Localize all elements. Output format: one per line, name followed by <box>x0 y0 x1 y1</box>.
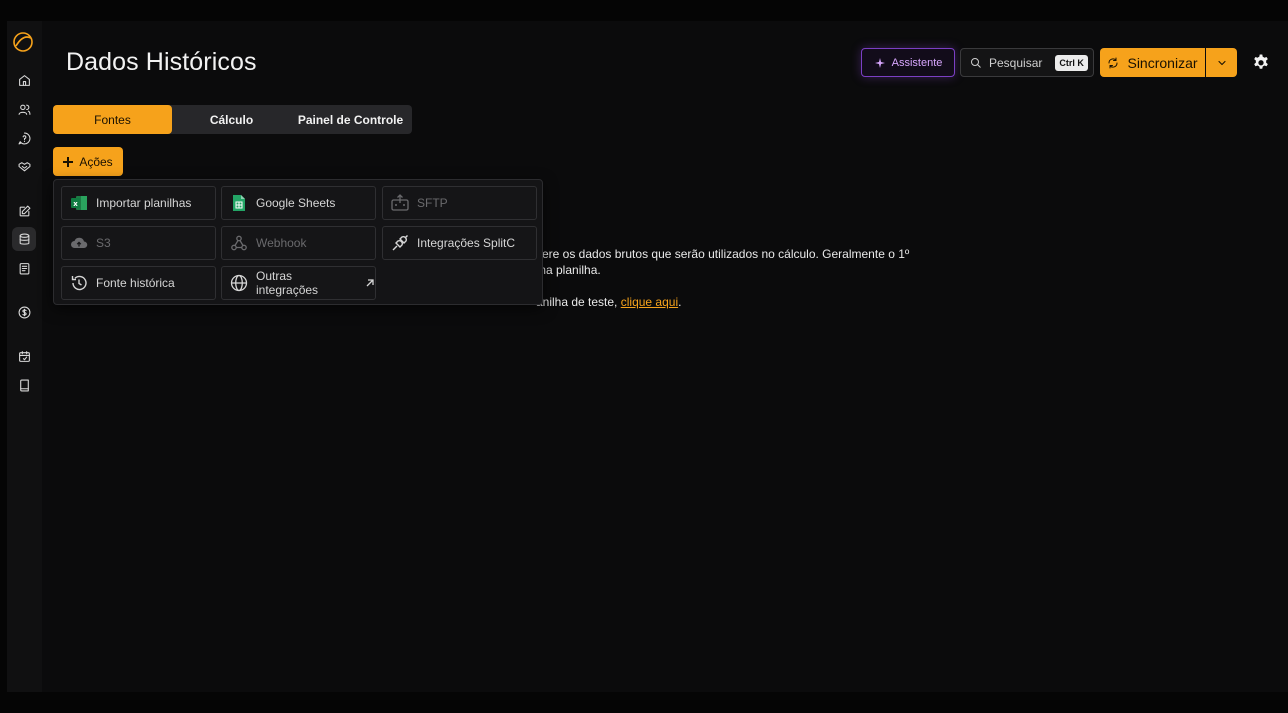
sidebar-item-edit[interactable] <box>12 199 36 223</box>
page-title: Dados Históricos <box>66 48 257 76</box>
menu-item-label: Google Sheets <box>256 196 336 210</box>
sidebar <box>7 21 42 692</box>
webhook-icon <box>231 235 247 251</box>
menu-item-label: Outras integrações <box>256 269 319 297</box>
search-icon <box>971 57 981 68</box>
handshake-icon <box>18 161 30 171</box>
edit-icon <box>19 205 30 216</box>
search-button[interactable]: Pesquisar Ctrl K <box>960 48 1094 77</box>
globe-icon <box>230 274 248 292</box>
actions-label: Ações <box>79 154 113 169</box>
sidebar-item-handshake[interactable] <box>12 154 36 178</box>
plus-icon <box>63 156 74 167</box>
sftp-icon <box>391 194 409 211</box>
menu-item-label: Integrações SplitC <box>417 236 516 250</box>
external-link-icon <box>366 279 374 287</box>
description-line-3: anilha de teste, clique aqui. <box>536 295 681 309</box>
sidebar-item-help[interactable] <box>12 126 36 150</box>
test-spreadsheet-link[interactable]: clique aqui <box>621 295 678 309</box>
cloud-upload-icon <box>71 237 88 248</box>
clipboard-icon <box>19 262 29 274</box>
refresh-icon <box>1108 57 1118 68</box>
help-icon <box>18 132 30 144</box>
chevron-down-icon <box>1217 60 1226 65</box>
tab-calculo[interactable]: Cálculo <box>172 105 291 134</box>
dollar-icon <box>18 306 30 318</box>
sync-dropdown-button[interactable] <box>1206 48 1237 77</box>
logo-icon[interactable] <box>12 31 34 53</box>
tab-fontes[interactable]: Fontes <box>53 105 172 134</box>
calendar-icon <box>18 350 30 362</box>
menu-item-label: Importar planilhas <box>96 196 192 210</box>
tab-painel-de-controle[interactable]: Painel de Controle <box>291 105 410 134</box>
sidebar-item-calendar[interactable] <box>12 344 36 368</box>
description-line-2: ma planilha. <box>536 263 601 277</box>
app-window: Dados Históricos Assistente Pesquisar Ct… <box>7 21 1288 692</box>
database-icon <box>19 233 29 245</box>
history-icon <box>71 275 87 291</box>
menu-item-integracoes-splitc[interactable]: Integrações SplitC <box>382 226 537 260</box>
sidebar-item-database[interactable] <box>12 227 36 251</box>
google-sheets-icon <box>233 195 245 211</box>
actions-menu: x Importar planilhas Google Sheets SFTP <box>53 179 543 305</box>
description-line-3-prefix: anilha de teste, <box>536 295 621 309</box>
tab-bar: Fontes Cálculo Painel de Controle <box>53 105 412 134</box>
search-label: Pesquisar <box>989 55 1043 70</box>
sidebar-item-clipboard[interactable] <box>12 256 36 280</box>
users-icon <box>18 104 30 115</box>
sidebar-item-users[interactable] <box>12 97 36 121</box>
sparkle-icon <box>874 57 885 68</box>
menu-item-google-sheets[interactable]: Google Sheets <box>221 186 376 220</box>
description-line-3-suffix: . <box>678 295 682 309</box>
assistant-label: Assistente <box>891 56 943 69</box>
home-icon <box>18 74 30 86</box>
menu-item-label: SFTP <box>417 196 448 210</box>
actions-button[interactable]: Ações <box>53 147 123 176</box>
menu-item-sftp[interactable]: SFTP <box>382 186 537 220</box>
assistant-button[interactable]: Assistente <box>861 48 955 77</box>
search-shortcut: Ctrl K <box>1055 54 1088 71</box>
menu-item-importar-planilhas[interactable]: x Importar planilhas <box>61 186 216 220</box>
svg-text:x: x <box>73 200 78 208</box>
sync-button[interactable]: Sincronizar <box>1100 48 1205 77</box>
menu-item-s3[interactable]: S3 <box>61 226 216 260</box>
menu-item-label: Webhook <box>256 236 307 250</box>
menu-item-fonte-historica[interactable]: Fonte histórica <box>61 266 216 300</box>
book-icon <box>19 379 29 391</box>
plug-icon <box>392 235 408 251</box>
sync-label: Sincronizar <box>1127 54 1198 71</box>
sidebar-item-book[interactable] <box>12 373 36 397</box>
menu-item-webhook[interactable]: Webhook <box>221 226 376 260</box>
excel-icon: x <box>71 196 87 210</box>
menu-item-outras-integracoes[interactable]: Outras integrações <box>221 266 376 300</box>
description-line-1: sere os dados brutos que serão utilizado… <box>536 247 910 261</box>
sidebar-item-dollar[interactable] <box>12 300 36 324</box>
gear-icon[interactable] <box>1252 53 1270 71</box>
sidebar-item-home[interactable] <box>12 68 36 92</box>
menu-item-label: S3 <box>96 236 111 250</box>
menu-item-label: Fonte histórica <box>96 276 175 290</box>
